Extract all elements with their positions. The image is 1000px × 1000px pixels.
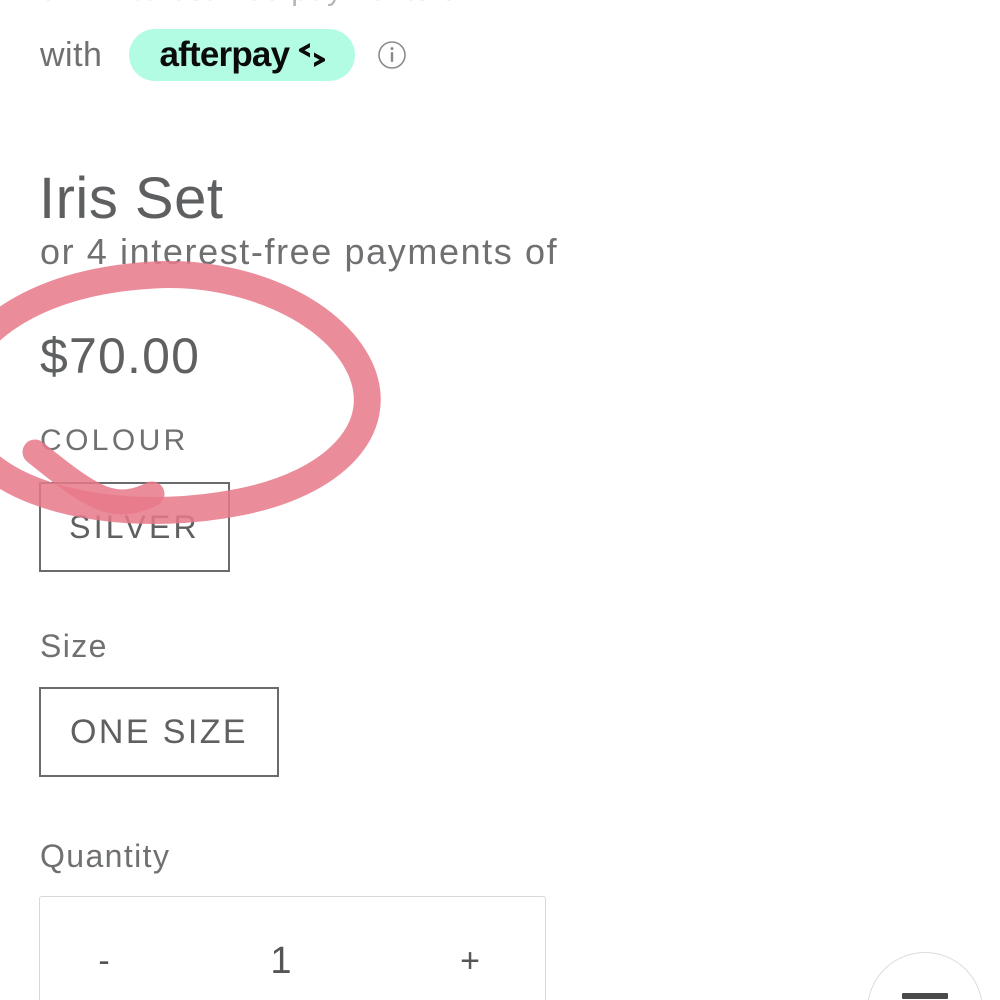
quantity-decrease-button[interactable]: - <box>40 944 168 978</box>
instalment-text: or 4 interest-free payments of <box>40 231 559 272</box>
afterpay-logo-icon <box>299 43 326 67</box>
quantity-stepper: - 1 + <box>39 896 546 1000</box>
colour-option-silver[interactable]: SILVER <box>39 482 230 572</box>
quantity-label: Quantity <box>40 838 171 874</box>
page-title: Iris Set <box>39 165 224 231</box>
afterpay-row: with afterpay <box>40 25 407 85</box>
floating-action-button[interactable] <box>867 952 983 1000</box>
size-label: Size <box>40 628 108 664</box>
info-circle-icon[interactable] <box>377 40 407 70</box>
quantity-increase-button[interactable]: + <box>395 944 545 978</box>
colour-label: COLOUR <box>40 424 189 457</box>
quantity-input[interactable]: 1 <box>168 942 395 980</box>
product-price: $70.00 <box>40 328 201 384</box>
with-label: with <box>40 36 103 74</box>
clipped-top-text: or 4 interest-free payments of <box>40 0 900 8</box>
product-page-screen: or 4 interest-free payments of with afte… <box>0 0 1000 1000</box>
afterpay-badge[interactable]: afterpay <box>129 29 356 81</box>
afterpay-wordmark: afterpay <box>159 34 290 74</box>
minus-bar-icon <box>902 993 948 999</box>
size-option-one-size[interactable]: ONE SIZE <box>39 687 279 777</box>
